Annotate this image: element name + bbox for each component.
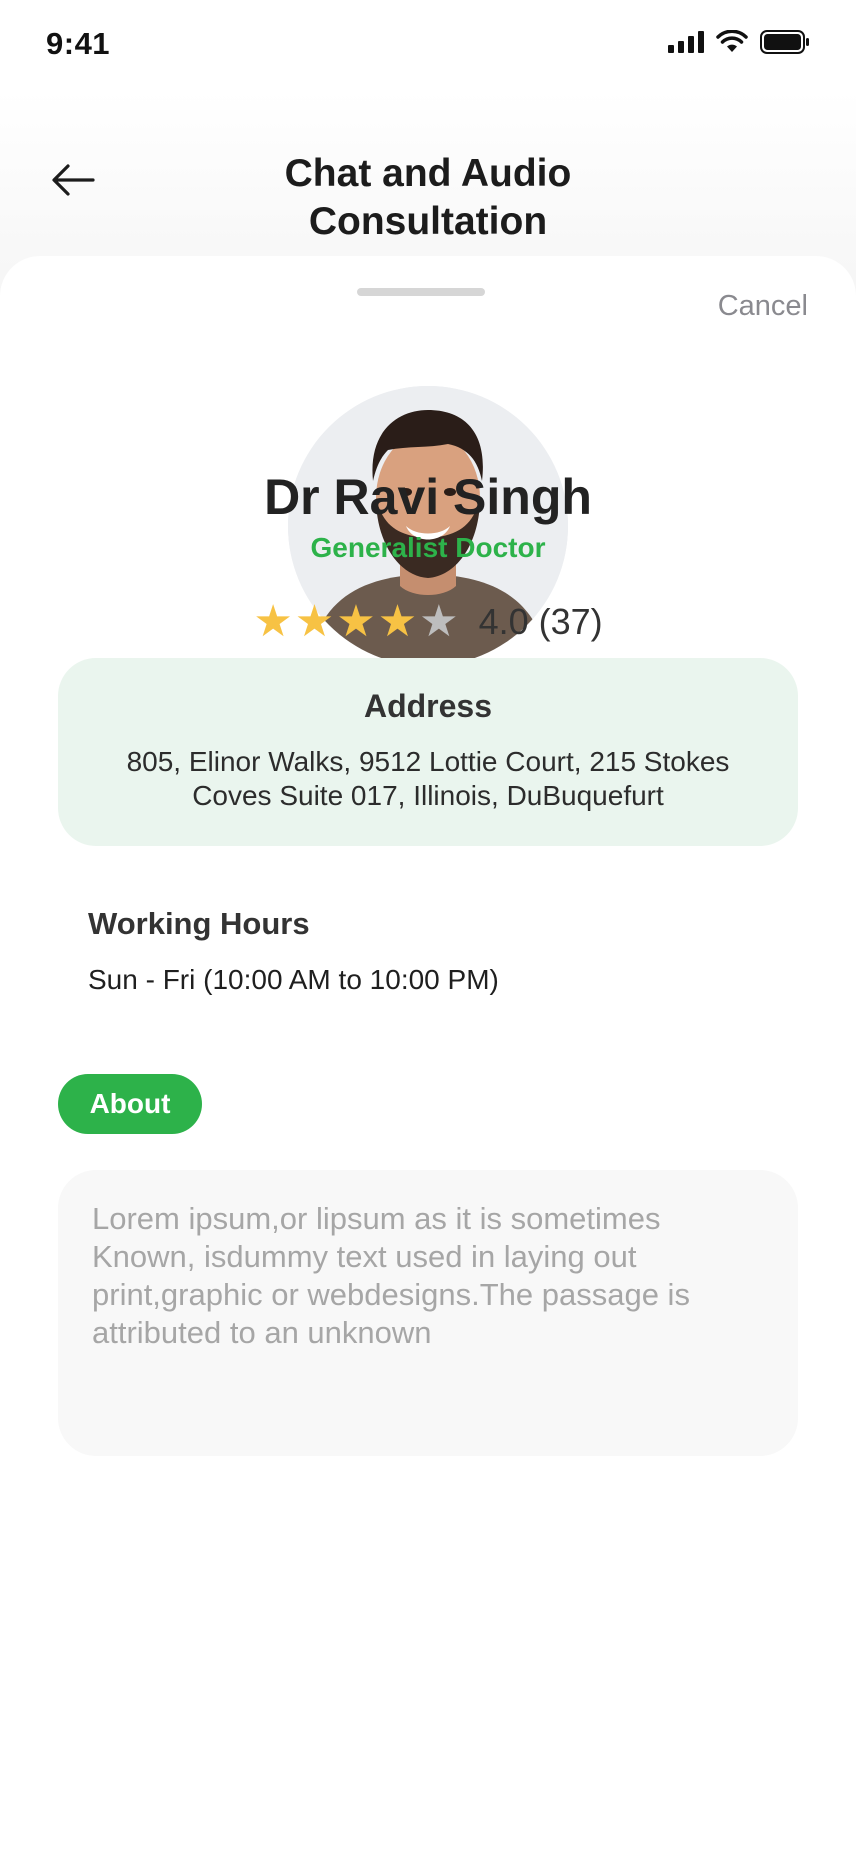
address-text: 805, Elinor Walks, 9512 Lottie Court, 21… — [88, 745, 768, 813]
arrow-left-icon — [52, 164, 95, 196]
page-title: Chat and Audio Consultation — [180, 150, 676, 246]
page-title-line2: Consultation — [308, 200, 548, 243]
rating-text: 4.0 (37) — [478, 601, 603, 642]
doctor-name: Dr Ravi Singh — [264, 469, 592, 525]
status-icons — [668, 30, 810, 54]
status-time: 9:41 — [46, 26, 111, 61]
status-bar: 9:41 — [0, 0, 856, 90]
back-button[interactable] — [48, 158, 98, 202]
address-line2: Coves Suite 017, Illinois, DuBuquefurt — [192, 780, 664, 811]
star-filled-icon: ★ — [294, 596, 335, 647]
signal-icon — [668, 31, 704, 53]
star-empty-icon: ★ — [419, 596, 459, 647]
working-hours-value: Sun - Fri (10:00 AM to 10:00 PM) — [88, 964, 499, 995]
address-title: Address — [363, 688, 493, 724]
wifi-icon — [716, 30, 748, 52]
about-box: Lorem ipsum,or lipsum as it is sometimes… — [58, 1170, 798, 1456]
rating-row: ★ ★ ★ ★ ★ 4.0 (37) — [0, 600, 856, 644]
address-line1: 805, Elinor Walks, 9512 Lottie Court, 21… — [126, 746, 730, 777]
about-text: Lorem ipsum,or lipsum as it is sometimes… — [92, 1201, 690, 1350]
rating-stars: ★ ★ ★ ★ ★ — [253, 600, 458, 644]
cancel-button[interactable]: Cancel — [718, 290, 808, 323]
doctor-specialty: Generalist Doctor — [310, 532, 546, 563]
star-filled-icon: ★ — [336, 596, 376, 647]
battery-icon — [760, 30, 809, 54]
address-card: Address 805, Elinor Walks, 9512 Lottie C… — [58, 658, 798, 846]
star-filled-icon: ★ — [377, 596, 418, 647]
page-title-line1: Chat and Audio — [284, 152, 572, 195]
about-tab-button[interactable]: About — [58, 1074, 202, 1134]
working-hours-title: Working Hours — [88, 906, 310, 941]
sheet-grabber[interactable] — [357, 288, 485, 296]
star-filled-icon: ★ — [253, 596, 293, 647]
